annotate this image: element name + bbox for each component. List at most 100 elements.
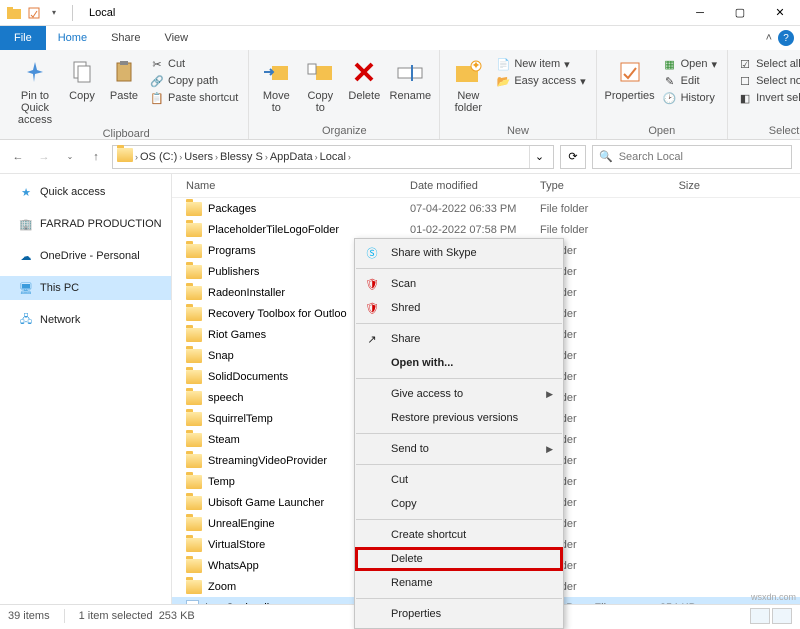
nav-row: ← → ⌄ ↑ › OS (C:)› Users› Blessy S› AppD…	[0, 140, 800, 174]
qat-dropdown-icon[interactable]: ▾	[46, 5, 62, 21]
paste-button[interactable]: Paste	[104, 54, 144, 126]
file-name: Steam	[208, 434, 240, 446]
file-name: speech	[208, 392, 243, 404]
ctx-delete[interactable]: Delete	[355, 547, 563, 571]
group-label-organize: Organize	[255, 123, 433, 137]
table-row[interactable]: PlaceholderTileLogoFolder01-02-2022 07:5…	[172, 219, 800, 240]
sidebar-farrad[interactable]: 🏢FARRAD PRODUCTION	[0, 212, 171, 236]
properties-button[interactable]: Properties	[603, 54, 657, 123]
forward-button[interactable]: →	[34, 147, 54, 167]
copy-to-button[interactable]: Copy to	[299, 54, 341, 123]
paste-shortcut-button[interactable]: 📋Paste shortcut	[146, 90, 242, 106]
sidebar-quick-access[interactable]: ★Quick access	[0, 180, 171, 204]
folder-icon	[186, 391, 202, 405]
folder-icon	[186, 265, 202, 279]
properties-qat-icon[interactable]	[26, 5, 42, 21]
window-title: Local	[89, 7, 115, 19]
ctx-create-shortcut[interactable]: Create shortcut	[355, 523, 563, 547]
move-to-button[interactable]: Move to	[255, 54, 297, 123]
network-icon: 🖧	[18, 312, 34, 328]
shred-icon: 🛡	[363, 302, 381, 315]
easy-access-button[interactable]: 📂Easy access ▾	[492, 73, 589, 89]
ctx-share[interactable]: ↗Share	[355, 327, 563, 351]
cut-button[interactable]: ✂Cut	[146, 56, 242, 72]
select-all-button[interactable]: ☑Select all	[734, 56, 800, 72]
breadcrumb-seg[interactable]: Users›	[184, 151, 218, 163]
close-button[interactable]: ✕	[760, 0, 800, 26]
group-open: Properties ▦Open ▾ ✎Edit 🕑History Open	[597, 50, 728, 139]
back-button[interactable]: ←	[8, 147, 28, 167]
ctx-rename[interactable]: Rename	[355, 571, 563, 595]
col-name[interactable]: Name	[172, 180, 410, 192]
file-date: 07-04-2022 06:33 PM	[410, 203, 540, 215]
view-details-button[interactable]	[750, 608, 770, 624]
ctx-share-skype[interactable]: ⓈShare with Skype	[355, 241, 563, 265]
new-item-button[interactable]: 📄New item ▾	[492, 56, 589, 72]
ctx-send-to[interactable]: Send to▶	[355, 437, 563, 461]
tab-view[interactable]: View	[152, 26, 200, 50]
folder-icon	[186, 580, 202, 594]
pin-quick-access-button[interactable]: Pin to Quick access	[10, 54, 60, 126]
ctx-restore[interactable]: Restore previous versions	[355, 406, 563, 430]
breadcrumb-seg[interactable]: Blessy S›	[220, 151, 268, 163]
history-icon: 🕑	[663, 91, 677, 105]
copy-path-button[interactable]: 🔗Copy path	[146, 73, 242, 89]
ctx-shred[interactable]: 🛡Shred	[355, 296, 563, 320]
address-bar[interactable]: › OS (C:)› Users› Blessy S› AppData› Loc…	[112, 145, 554, 169]
file-name: SquirrelTemp	[208, 413, 273, 425]
up-button[interactable]: ↑	[86, 147, 106, 167]
sidebar-onedrive[interactable]: ☁OneDrive - Personal	[0, 244, 171, 268]
column-headers[interactable]: Name Date modified Type Size	[172, 174, 800, 198]
file-name: WhatsApp	[208, 560, 259, 572]
minimize-button[interactable]: ─	[680, 0, 720, 26]
select-none-button[interactable]: ☐Select none	[734, 73, 800, 89]
delete-button[interactable]: Delete	[343, 54, 385, 123]
search-box[interactable]: 🔍 Search Local	[592, 145, 792, 169]
history-button[interactable]: 🕑History	[659, 90, 721, 106]
copy-button[interactable]: Copy	[62, 54, 102, 126]
sidebar-this-pc[interactable]: 🖥This PC	[0, 276, 171, 300]
folder-icon	[186, 244, 202, 258]
folder-icon	[186, 538, 202, 552]
table-row[interactable]: Packages07-04-2022 06:33 PMFile folder	[172, 198, 800, 219]
ctx-open-with[interactable]: Open with...	[355, 351, 563, 375]
copy-path-icon: 🔗	[150, 74, 164, 88]
breadcrumb-seg[interactable]: AppData›	[270, 151, 318, 163]
col-type[interactable]: Type	[540, 180, 640, 192]
ctx-properties[interactable]: Properties	[355, 602, 563, 626]
sidebar-network[interactable]: 🖧Network	[0, 308, 171, 332]
col-date[interactable]: Date modified	[410, 180, 540, 192]
rename-button[interactable]: Rename	[387, 54, 433, 123]
edit-button[interactable]: ✎Edit	[659, 73, 721, 89]
breadcrumb-seg[interactable]: Local›	[320, 151, 351, 163]
ctx-give-access[interactable]: Give access to▶	[355, 382, 563, 406]
address-dropdown[interactable]: ⌄	[529, 146, 549, 168]
new-folder-button[interactable]: ✦ New folder	[446, 54, 490, 123]
file-name: UnrealEngine	[208, 518, 275, 530]
tab-share[interactable]: Share	[99, 26, 152, 50]
ctx-copy[interactable]: Copy	[355, 492, 563, 516]
pc-icon: 🖥	[18, 280, 34, 296]
tab-file[interactable]: File	[0, 26, 46, 50]
file-date: 01-02-2022 07:58 PM	[410, 224, 540, 236]
invert-selection-button[interactable]: ◧Invert selection	[734, 90, 800, 106]
group-clipboard: Pin to Quick access Copy Paste ✂Cut 🔗Cop…	[4, 50, 249, 139]
breadcrumb-seg[interactable]: OS (C:)›	[140, 151, 182, 163]
view-large-button[interactable]	[772, 608, 792, 624]
ctx-scan[interactable]: 🛡Scan	[355, 272, 563, 296]
col-size[interactable]: Size	[640, 180, 700, 192]
help-icon[interactable]: ?	[778, 30, 794, 46]
file-name: Programs	[208, 245, 256, 257]
file-name: Recovery Toolbox for Outloo	[208, 308, 347, 320]
ribbon-collapse-icon[interactable]: ˄	[766, 32, 772, 44]
ctx-cut[interactable]: Cut	[355, 468, 563, 492]
open-button[interactable]: ▦Open ▾	[659, 56, 721, 72]
copy-to-icon	[304, 56, 336, 88]
file-name: Zoom	[208, 581, 236, 593]
recent-dropdown[interactable]: ⌄	[60, 147, 80, 167]
file-name: Riot Games	[208, 329, 266, 341]
refresh-button[interactable]: ⟳	[560, 145, 586, 169]
maximize-button[interactable]: ▢	[720, 0, 760, 26]
group-label-open: Open	[603, 123, 721, 137]
tab-home[interactable]: Home	[46, 26, 99, 50]
